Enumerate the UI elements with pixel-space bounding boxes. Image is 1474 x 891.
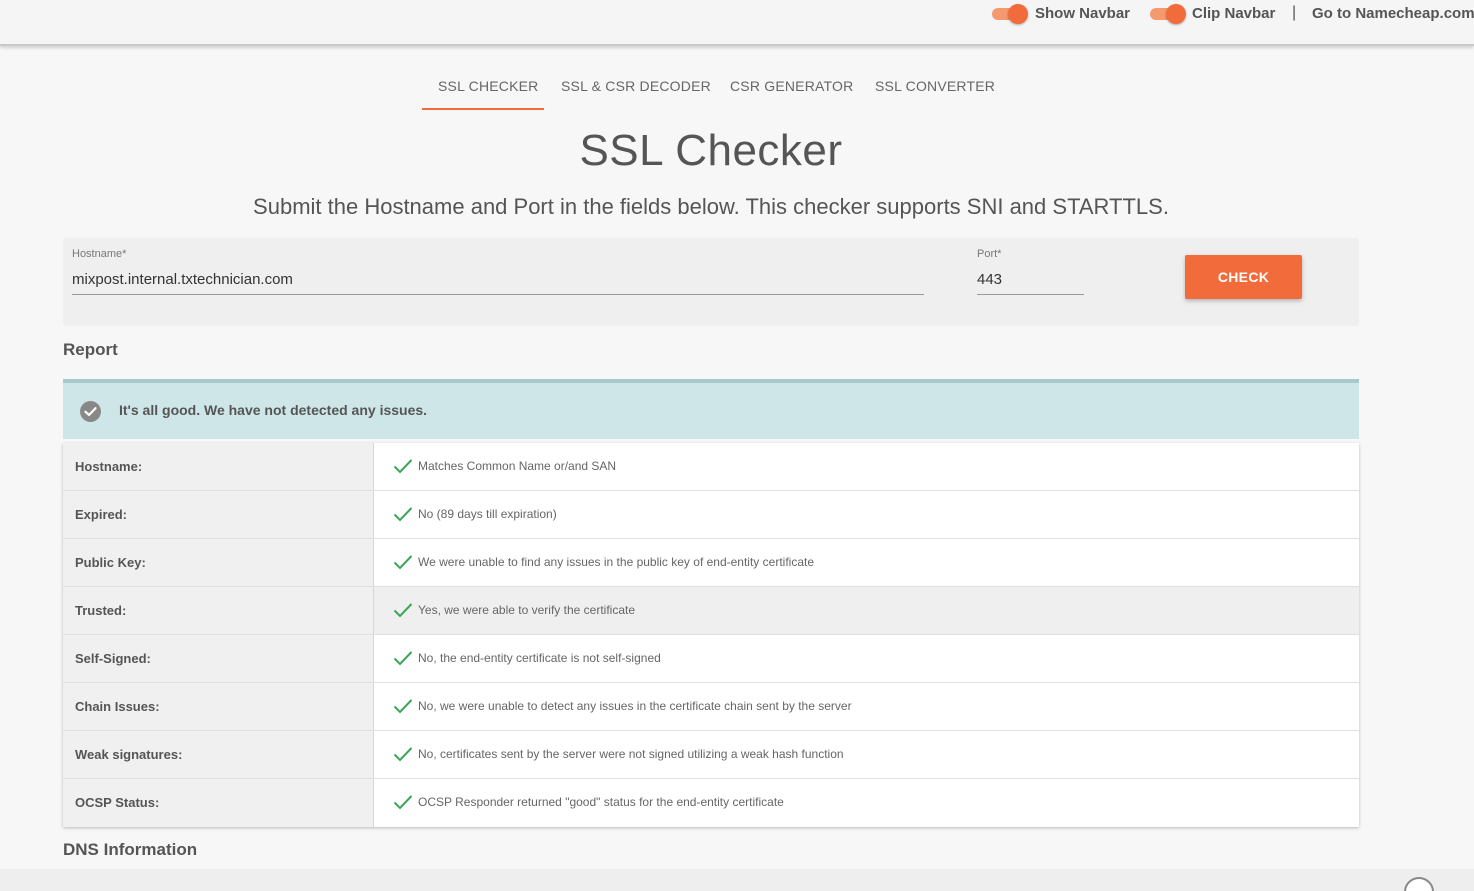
check-icon bbox=[393, 747, 413, 762]
row-value-hostname: Matches Common Name or/and SAN bbox=[418, 459, 617, 473]
row-label-chain-issues: Chain Issues: bbox=[63, 683, 374, 730]
row-label-public-key: Public Key: bbox=[63, 539, 374, 586]
row-value-weak-signatures: No, certificates sent by the server were… bbox=[418, 747, 844, 761]
clip-navbar-label: Clip Navbar bbox=[1192, 5, 1276, 22]
port-input[interactable] bbox=[977, 271, 1084, 295]
check-icon bbox=[393, 795, 413, 810]
row-value-self-signed: No, the end-entity certificate is not se… bbox=[418, 651, 661, 665]
row-label-expired: Expired: bbox=[63, 491, 374, 538]
tab-csr-generator[interactable]: CSR GENERATOR bbox=[730, 78, 853, 110]
tab-ssl-converter[interactable]: SSL CONVERTER bbox=[875, 78, 995, 110]
table-row: Self-Signed: No, the end-entity certific… bbox=[63, 635, 1359, 683]
page-title: SSL Checker bbox=[579, 126, 843, 175]
table-row: Chain Issues: No, we were unable to dete… bbox=[63, 683, 1359, 731]
clip-navbar-toggle[interactable] bbox=[1148, 4, 1186, 24]
status-banner: It's all good. We have not detected any … bbox=[63, 379, 1359, 439]
check-button[interactable]: CHECK bbox=[1185, 255, 1302, 299]
check-icon bbox=[393, 651, 413, 666]
hostname-input[interactable] bbox=[72, 271, 924, 295]
check-icon bbox=[393, 459, 413, 474]
success-check-icon bbox=[80, 401, 101, 422]
row-value-trusted: Yes, we were able to verify the certific… bbox=[374, 587, 1359, 634]
status-message: It's all good. We have not detected any … bbox=[119, 402, 428, 418]
table-row: Weak signatures: No, certificates sent b… bbox=[63, 731, 1359, 779]
check-icon bbox=[393, 699, 413, 714]
bottom-bar bbox=[0, 869, 1474, 891]
table-row: Hostname: Matches Common Name or/and SAN bbox=[63, 443, 1359, 491]
row-value-ocsp-status: OCSP Responder returned "good" status fo… bbox=[418, 795, 784, 809]
dns-information-heading: DNS Information bbox=[63, 840, 198, 859]
row-label-weak-signatures: Weak signatures: bbox=[63, 731, 374, 778]
port-label: Port* bbox=[977, 248, 1002, 260]
tab-ssl-checker[interactable]: SSL CHECKER bbox=[422, 78, 544, 110]
navbar-separator: | bbox=[1292, 4, 1297, 21]
row-label-ocsp-status: OCSP Status: bbox=[63, 779, 374, 827]
hostname-label: Hostname* bbox=[72, 248, 127, 260]
row-label-hostname: Hostname: bbox=[63, 443, 374, 490]
go-to-namecheap-link[interactable]: Go to Namecheap.com bbox=[1312, 5, 1474, 22]
show-navbar-label: Show Navbar bbox=[1035, 5, 1131, 22]
check-icon bbox=[393, 555, 413, 570]
row-label-trusted: Trusted: bbox=[63, 587, 374, 634]
report-table: Hostname: Matches Common Name or/and SAN… bbox=[63, 443, 1359, 827]
top-navbar: Show Navbar Clip Navbar | Go to Namechea… bbox=[0, 0, 1474, 46]
table-row: Public Key: We were unable to find any i… bbox=[63, 539, 1359, 587]
check-icon bbox=[393, 603, 413, 618]
tool-tabs: SSL CHECKER SSL & CSR DECODER CSR GENERA… bbox=[0, 78, 1474, 112]
show-navbar-toggle[interactable] bbox=[990, 4, 1028, 24]
row-value-chain-issues: No, we were unable to detect any issues … bbox=[418, 699, 852, 713]
row-label-self-signed: Self-Signed: bbox=[63, 635, 374, 682]
row-value-public-key: We were unable to find any issues in the… bbox=[418, 555, 814, 569]
checker-form: Hostname* Port* CHECK bbox=[63, 238, 1359, 326]
report-heading: Report bbox=[63, 340, 118, 359]
check-icon bbox=[393, 507, 413, 522]
table-row: Expired: No (89 days till expiration) bbox=[63, 491, 1359, 539]
page-subtitle: Submit the Hostname and Port in the fiel… bbox=[253, 194, 1169, 219]
tab-ssl-csr-decoder[interactable]: SSL & CSR DECODER bbox=[561, 78, 711, 110]
row-value-expired: No (89 days till expiration) bbox=[418, 507, 557, 521]
table-row: Trusted: Yes, we were able to verify the… bbox=[63, 587, 1359, 635]
table-row: OCSP Status: OCSP Responder returned "go… bbox=[63, 779, 1359, 827]
